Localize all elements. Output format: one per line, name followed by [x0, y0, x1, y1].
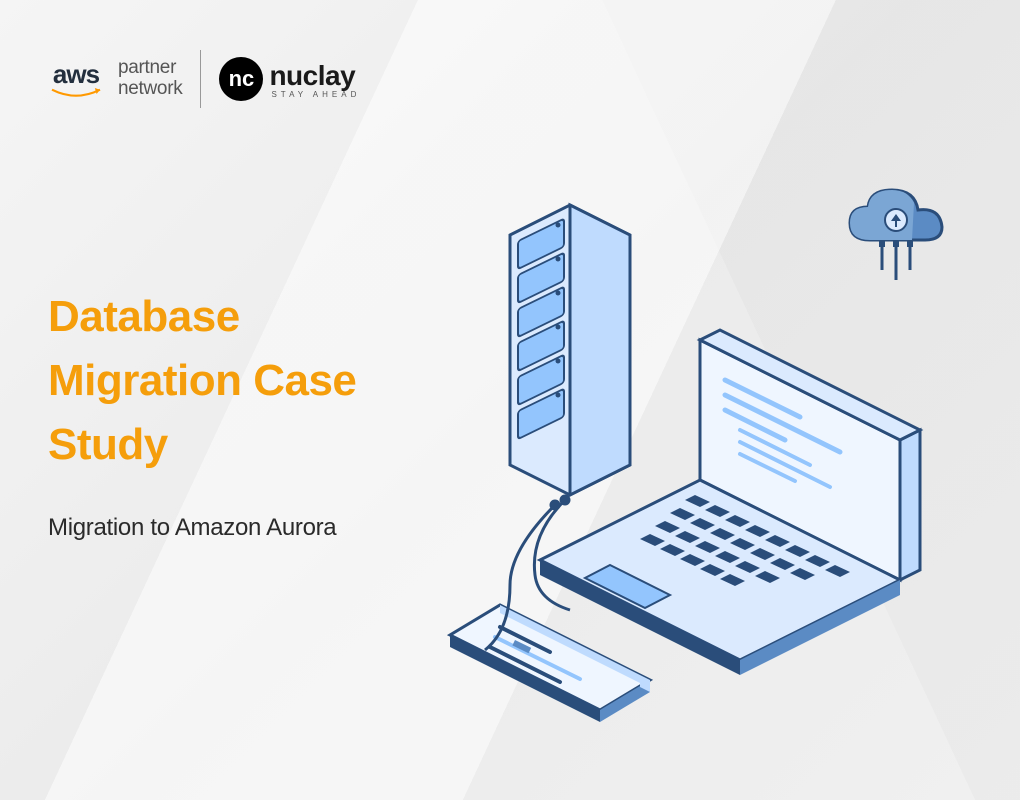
migration-illustration — [440, 155, 1000, 735]
header-logos: aws partner network nc nuclay STAY AHEAD — [48, 50, 360, 108]
aws-partner-line2: network — [118, 79, 182, 100]
aws-wordmark: aws — [53, 59, 99, 90]
logo-divider — [200, 50, 201, 108]
title-line2: Migration Case — [48, 356, 356, 405]
aws-mark: aws — [48, 59, 104, 100]
aws-partner-logo: aws partner network — [48, 58, 182, 100]
tablet-icon — [450, 605, 650, 722]
page-title: Database Migration Case Study — [48, 285, 356, 476]
title-line1: Database — [48, 292, 240, 341]
nuclay-tagline: STAY AHEAD — [271, 90, 360, 99]
title-line3: Study — [48, 420, 168, 469]
aws-partner-text: partner network — [118, 58, 182, 100]
aws-smile-icon — [48, 88, 104, 100]
page-subtitle: Migration to Amazon Aurora — [48, 514, 356, 542]
nuclay-mark-icon: nc — [219, 57, 263, 101]
nuclay-name: nuclay — [269, 60, 360, 92]
server-tower-icon — [510, 205, 630, 495]
nuclay-text: nuclay STAY AHEAD — [269, 60, 360, 99]
main-content: Database Migration Case Study Migration … — [48, 285, 356, 542]
cloud-upload-icon — [850, 190, 942, 280]
aws-partner-line1: partner — [118, 58, 182, 79]
nuclay-logo: nc nuclay STAY AHEAD — [219, 57, 360, 101]
